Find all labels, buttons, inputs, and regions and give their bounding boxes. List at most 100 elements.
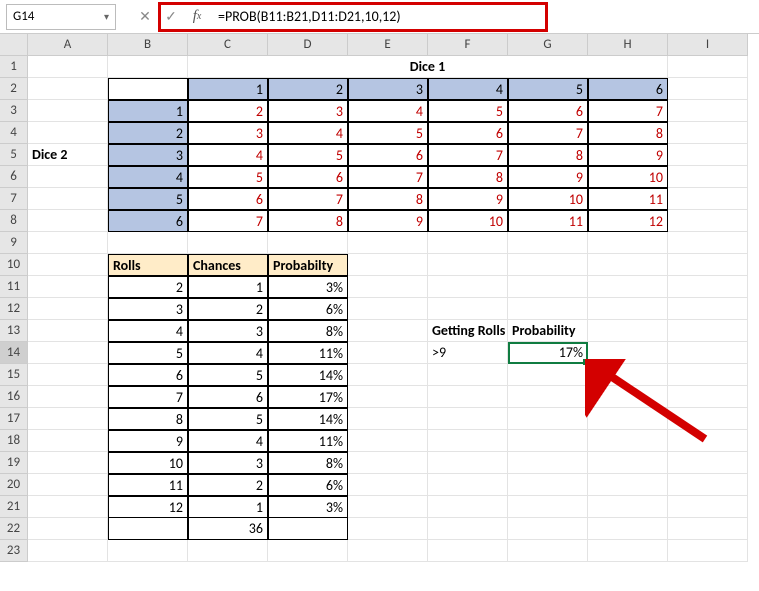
name-box-dropdown-icon[interactable]: ▾ bbox=[104, 10, 109, 23]
tbl-chances[interactable]: 2 bbox=[188, 298, 268, 320]
tbl-rolls[interactable]: 11 bbox=[108, 474, 188, 496]
tbl-chances[interactable]: 5 bbox=[188, 408, 268, 430]
cell[interactable] bbox=[348, 430, 428, 452]
name-box[interactable]: G14 ▾ bbox=[6, 4, 116, 30]
dice-sum[interactable]: 5 bbox=[188, 166, 268, 188]
dice-sum[interactable]: 6 bbox=[188, 188, 268, 210]
cell[interactable] bbox=[508, 232, 588, 254]
row-header[interactable]: 20 bbox=[0, 474, 28, 496]
cell[interactable] bbox=[428, 540, 508, 562]
cell[interactable] bbox=[348, 232, 428, 254]
tbl-prob[interactable]: 8% bbox=[268, 320, 348, 342]
spreadsheet-grid[interactable]: A B C D E F G H I 1 Dice 1 2 1 2 3 4 5 6… bbox=[0, 34, 759, 562]
dice-sum[interactable]: 7 bbox=[508, 122, 588, 144]
cell[interactable] bbox=[348, 496, 428, 518]
cell[interactable] bbox=[108, 232, 188, 254]
tbl-prob[interactable]: 3% bbox=[268, 496, 348, 518]
row-header[interactable]: 6 bbox=[0, 166, 28, 188]
dice-sum[interactable]: 9 bbox=[588, 144, 668, 166]
row-header[interactable]: 11 bbox=[0, 276, 28, 298]
dice-sum[interactable]: 8 bbox=[588, 122, 668, 144]
cell[interactable] bbox=[348, 342, 428, 364]
tbl-chances[interactable]: 5 bbox=[188, 364, 268, 386]
cell[interactable] bbox=[668, 56, 748, 78]
condition-cell[interactable]: >9 bbox=[428, 342, 508, 364]
cell[interactable] bbox=[428, 496, 508, 518]
cell[interactable] bbox=[588, 276, 668, 298]
tbl-chances[interactable]: 1 bbox=[188, 276, 268, 298]
cell[interactable] bbox=[428, 386, 508, 408]
col-header[interactable]: H bbox=[588, 34, 668, 56]
cell[interactable] bbox=[588, 320, 668, 342]
cell[interactable] bbox=[28, 540, 108, 562]
cell[interactable] bbox=[348, 254, 428, 276]
row-header[interactable]: 16 bbox=[0, 386, 28, 408]
cell[interactable] bbox=[668, 298, 748, 320]
cell[interactable] bbox=[588, 342, 668, 364]
cell[interactable] bbox=[588, 386, 668, 408]
cell[interactable] bbox=[588, 452, 668, 474]
row-header[interactable]: 5 bbox=[0, 144, 28, 166]
tbl-prob[interactable]: 3% bbox=[268, 276, 348, 298]
dice-sum[interactable]: 9 bbox=[508, 166, 588, 188]
cell[interactable] bbox=[348, 276, 428, 298]
chances-total[interactable]: 36 bbox=[188, 518, 268, 540]
cell[interactable] bbox=[348, 408, 428, 430]
row-header[interactable]: 3 bbox=[0, 100, 28, 122]
dice-sum[interactable]: 3 bbox=[188, 122, 268, 144]
cell[interactable] bbox=[348, 474, 428, 496]
cell[interactable] bbox=[668, 188, 748, 210]
cell[interactable] bbox=[668, 408, 748, 430]
tbl-rolls[interactable]: 3 bbox=[108, 298, 188, 320]
col-header[interactable]: G bbox=[508, 34, 588, 56]
dice-sum[interactable]: 5 bbox=[348, 122, 428, 144]
cell[interactable] bbox=[28, 56, 108, 78]
cell[interactable] bbox=[188, 232, 268, 254]
cell[interactable] bbox=[28, 518, 108, 540]
cell[interactable] bbox=[428, 364, 508, 386]
cell[interactable] bbox=[428, 298, 508, 320]
tbl-rolls[interactable]: 2 bbox=[108, 276, 188, 298]
row-header[interactable]: 10 bbox=[0, 254, 28, 276]
cell[interactable] bbox=[268, 518, 348, 540]
dice-row-header[interactable]: 6 bbox=[108, 210, 188, 232]
dice-sum[interactable]: 8 bbox=[428, 166, 508, 188]
dice-sum[interactable]: 10 bbox=[588, 166, 668, 188]
row-header[interactable]: 12 bbox=[0, 298, 28, 320]
cell[interactable] bbox=[28, 320, 108, 342]
tbl-chances[interactable]: 4 bbox=[188, 430, 268, 452]
dice-sum[interactable]: 8 bbox=[268, 210, 348, 232]
dice-sum[interactable]: 3 bbox=[268, 100, 348, 122]
cell[interactable] bbox=[28, 386, 108, 408]
row-header[interactable]: 22 bbox=[0, 518, 28, 540]
tbl-prob[interactable]: 6% bbox=[268, 298, 348, 320]
dice-sum[interactable]: 4 bbox=[268, 122, 348, 144]
cell[interactable] bbox=[108, 518, 188, 540]
col-header[interactable]: F bbox=[428, 34, 508, 56]
cell[interactable] bbox=[668, 320, 748, 342]
cell[interactable] bbox=[508, 496, 588, 518]
row-header[interactable]: 15 bbox=[0, 364, 28, 386]
cell[interactable] bbox=[668, 518, 748, 540]
cell[interactable] bbox=[28, 210, 108, 232]
cell[interactable] bbox=[508, 276, 588, 298]
dice-row-header[interactable]: 2 bbox=[108, 122, 188, 144]
cell[interactable] bbox=[668, 100, 748, 122]
dice-sum[interactable]: 10 bbox=[428, 210, 508, 232]
cell[interactable] bbox=[188, 540, 268, 562]
cell[interactable] bbox=[28, 254, 108, 276]
row-header[interactable]: 9 bbox=[0, 232, 28, 254]
cell[interactable] bbox=[28, 496, 108, 518]
tbl-rolls[interactable]: 5 bbox=[108, 342, 188, 364]
col-header[interactable]: D bbox=[268, 34, 348, 56]
cell[interactable] bbox=[588, 298, 668, 320]
tbl-rolls[interactable]: 9 bbox=[108, 430, 188, 452]
col-header[interactable]: B bbox=[108, 34, 188, 56]
cell[interactable] bbox=[28, 474, 108, 496]
dice-sum[interactable]: 7 bbox=[588, 100, 668, 122]
cell[interactable] bbox=[588, 254, 668, 276]
formula-input[interactable]: =PROB(B11:B21,D11:D21,10,12) bbox=[212, 4, 753, 30]
tbl-rolls[interactable]: 4 bbox=[108, 320, 188, 342]
dice-col-header[interactable]: 2 bbox=[268, 78, 348, 100]
dice-sum[interactable]: 10 bbox=[508, 188, 588, 210]
